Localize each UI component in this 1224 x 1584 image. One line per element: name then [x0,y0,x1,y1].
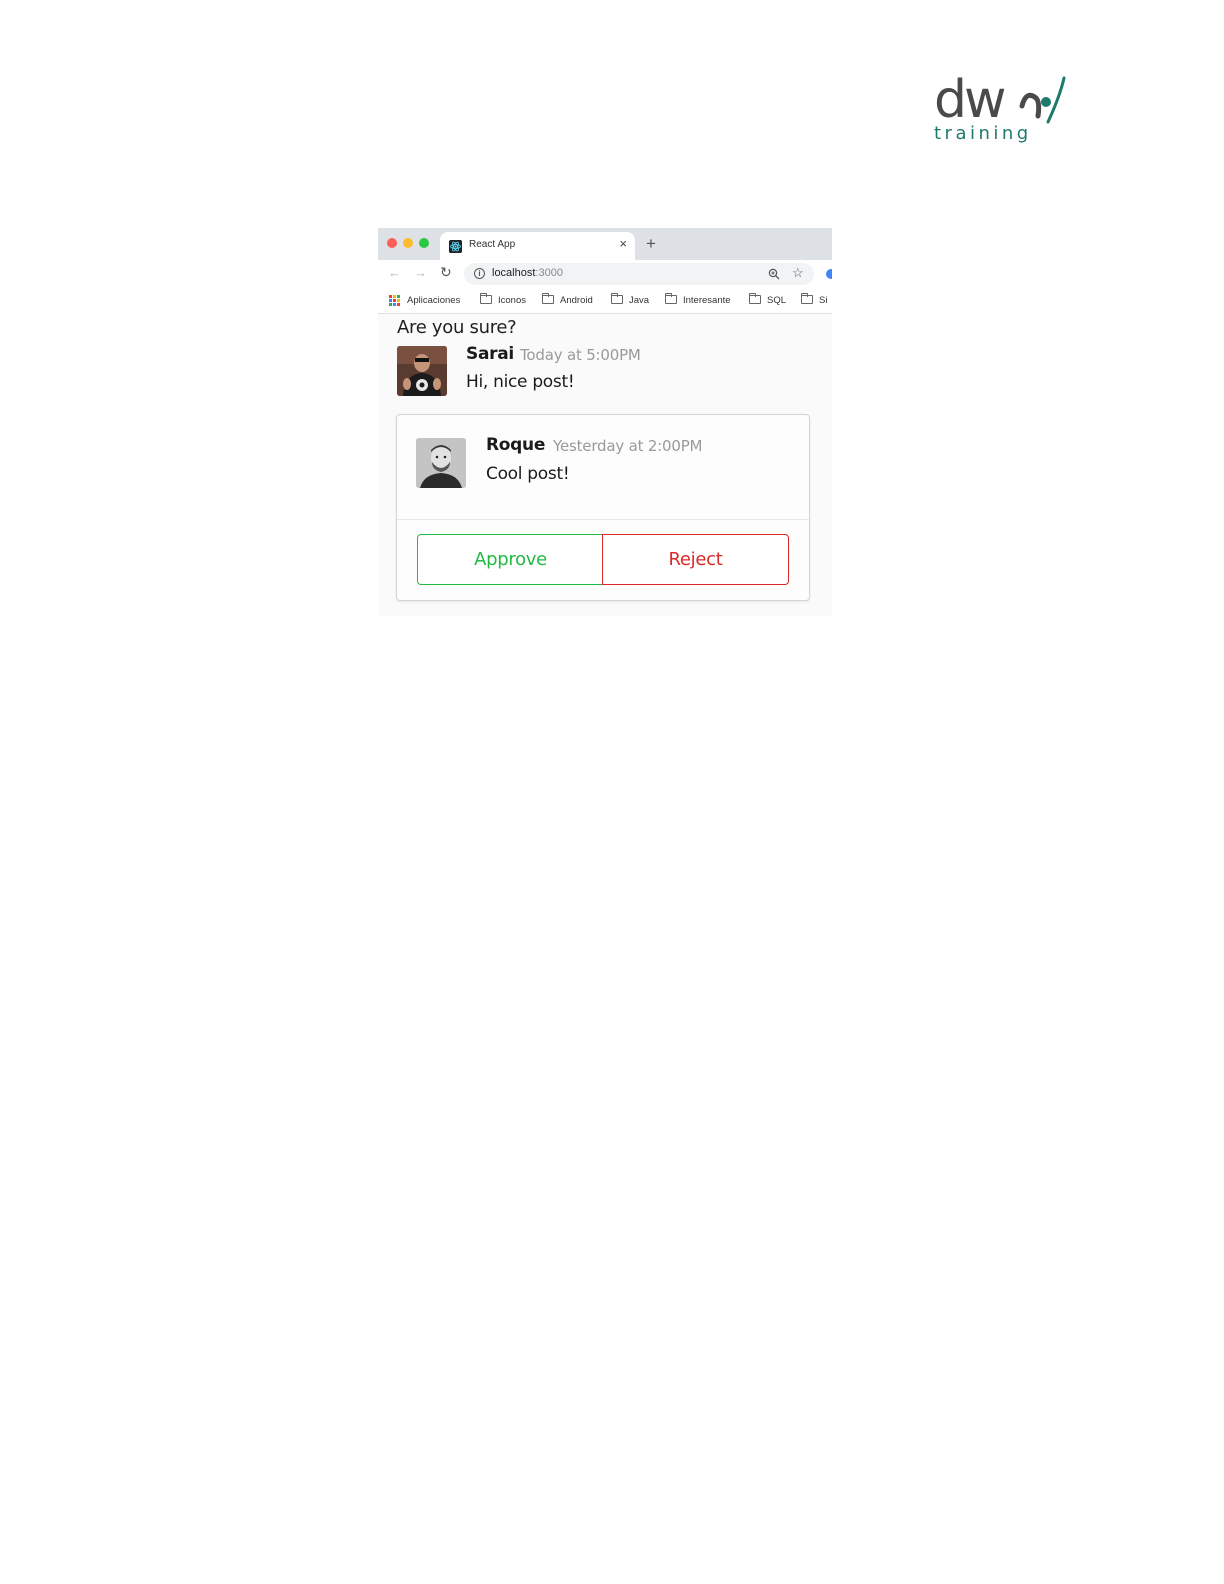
folder-icon [749,293,761,304]
comment-author[interactable]: Sarai [466,344,514,364]
bookmark-label: Interesante [683,295,731,306]
zoom-icon[interactable] [768,268,780,280]
avatar [416,438,466,488]
address-toolbar: ← → ↻ i localhost:3000 ☆ [378,260,832,288]
close-window-button[interactable] [387,238,397,248]
url-port: :3000 [535,267,563,279]
bookmark-sql[interactable]: SQL [749,293,787,306]
page-content: Are you sure? Sarai Today at 5:00PM Hi, … [378,315,832,616]
logo-swoosh-icon [1019,76,1066,124]
comment-text: Hi, nice post! [466,372,575,392]
bookmark-aplicaciones[interactable]: Aplicaciones [407,295,460,306]
star-icon[interactable]: ☆ [792,265,804,281]
react-favicon-icon [449,240,462,253]
folder-icon [801,293,813,304]
bookmark-label: Iconos [498,295,526,306]
minimize-window-button[interactable] [403,238,413,248]
browser-window: React App × + ← → ↻ i localhost:3000 ☆ A… [378,228,832,616]
profile-avatar-icon[interactable] [826,269,832,279]
bookmarks-bar: Aplicaciones Iconos Android Java Interes… [378,288,832,314]
url-host: localhost [492,267,536,279]
folder-icon [480,293,492,304]
bookmark-interesante[interactable]: Interesante [665,293,731,306]
confirmation-question: Are you sure? [397,317,517,338]
bookmark-iconos[interactable]: Iconos [480,293,526,306]
bookmark-label: Si [819,295,828,306]
url-text: localhost:3000 [492,267,563,279]
approval-card: Roque Yesterday at 2:00PM Cool post! App… [396,414,810,601]
avatar-roque-image [416,438,466,488]
tab-title: React App [469,239,516,250]
avatar [397,346,447,396]
card-author[interactable]: Roque [486,435,545,455]
info-icon[interactable]: i [474,268,485,279]
folder-icon [542,293,554,304]
comment-timestamp: Today at 5:00PM [520,346,641,364]
bookmark-label: Java [629,295,650,306]
card-text: Cool post! [486,464,570,484]
browser-tab[interactable]: React App × [440,232,635,260]
dw-training-logo: dw training [930,70,1070,148]
reject-button[interactable]: Reject [602,534,789,585]
tab-strip: React App × + [378,228,832,260]
address-bar[interactable]: i localhost:3000 ☆ [464,263,814,285]
card-timestamp: Yesterday at 2:00PM [553,437,703,455]
logo-wordmark: dw [934,70,1007,130]
folder-icon [611,293,623,304]
bookmark-java[interactable]: Java [611,293,650,306]
logo-tagline: training [934,123,1032,144]
bookmark-si[interactable]: Si [801,293,828,306]
card-divider [397,519,809,520]
approve-button[interactable]: Approve [417,534,604,585]
tab-close-icon[interactable]: × [619,237,627,251]
bookmark-label: SQL [767,295,787,306]
new-tab-button[interactable]: + [646,234,656,254]
reload-icon[interactable]: ↻ [440,264,452,281]
bookmark-label: Android [560,295,593,306]
maximize-window-button[interactable] [419,238,429,248]
avatar-sarai-image [397,346,447,396]
back-arrow-icon[interactable]: ← [388,265,401,280]
apps-icon [389,295,400,306]
forward-arrow-icon[interactable]: → [414,265,427,280]
folder-icon [665,293,677,304]
bookmark-android[interactable]: Android [542,293,593,306]
